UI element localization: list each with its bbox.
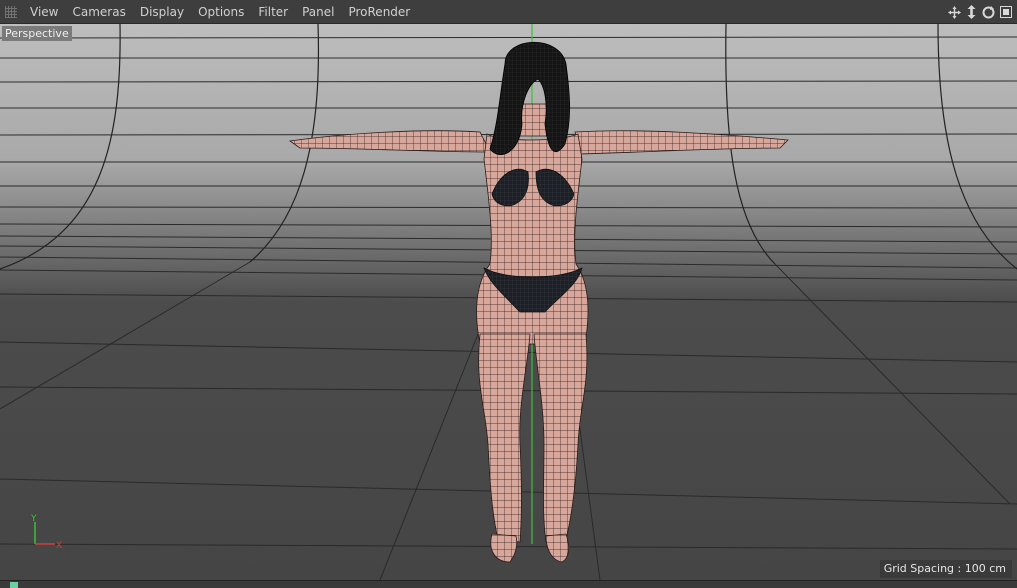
menu-filter[interactable]: Filter xyxy=(251,0,295,24)
menu-cameras[interactable]: Cameras xyxy=(65,0,132,24)
menu-options[interactable]: Options xyxy=(191,0,251,24)
axis-y-label: Y xyxy=(30,514,37,524)
menu-prorender[interactable]: ProRender xyxy=(341,0,417,24)
3d-viewport[interactable]: Y X Perspective Grid Spacing : 100 cm xyxy=(0,24,1017,580)
toggle-panel-icon[interactable] xyxy=(998,4,1013,20)
menu-view[interactable]: View xyxy=(23,0,65,24)
panel-grip-icon[interactable] xyxy=(5,5,17,18)
viewport-scene: Y X xyxy=(0,24,1017,580)
rotate-view-icon[interactable] xyxy=(981,4,996,20)
menu-panel[interactable]: Panel xyxy=(295,0,341,24)
menu-display[interactable]: Display xyxy=(133,0,191,24)
move-view-icon[interactable] xyxy=(947,4,962,20)
axis-x-label: X xyxy=(56,541,62,551)
dolly-view-icon[interactable] xyxy=(964,4,979,20)
camera-label[interactable]: Perspective xyxy=(2,26,72,41)
status-indicator-icon xyxy=(10,582,18,588)
viewport-menubar: View Cameras Display Options Filter Pane… xyxy=(0,0,1017,24)
viewport-nav-icons xyxy=(947,0,1013,24)
grid-spacing-readout: Grid Spacing : 100 cm xyxy=(879,560,1012,578)
